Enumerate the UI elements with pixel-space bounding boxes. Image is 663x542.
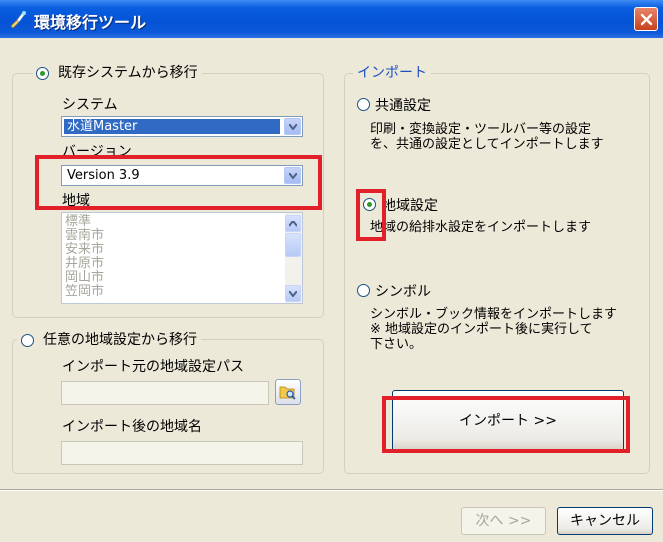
existing-system-label: 既存システムから移行: [58, 65, 198, 81]
cancel-button[interactable]: キャンセル: [557, 507, 653, 535]
symbol-desc-1: シンボル・ブック情報をインポートします: [370, 307, 618, 322]
system-combobox[interactable]: 水道Master: [61, 116, 303, 137]
region-settings-label: 地域設定: [382, 198, 438, 214]
next-button[interactable]: 次へ >>: [461, 507, 546, 535]
region-scrollbar[interactable]: [285, 213, 302, 303]
chevron-down-icon: [289, 291, 297, 297]
highlight-region-radio: [356, 189, 386, 241]
arbitrary-region-legend: 任意の地域設定から移行: [17, 330, 201, 350]
folder-search-icon: [279, 386, 296, 400]
arbitrary-region-label: 任意の地域設定から移行: [43, 332, 197, 348]
region-item[interactable]: 安来市: [65, 243, 104, 257]
region-settings-desc: 地域の給排水設定をインポートします: [370, 220, 592, 235]
chevron-up-icon: [289, 221, 297, 227]
scroll-thumb[interactable]: [285, 233, 301, 257]
title-bar[interactable]: 環境移行ツール: [0, 0, 663, 38]
browse-folder-button[interactable]: [275, 379, 301, 405]
common-settings-desc-1: 印刷・変換設定・ツールバー等の設定: [370, 122, 592, 137]
existing-system-legend: 既存システムから移行: [33, 63, 202, 83]
close-button[interactable]: [634, 7, 658, 31]
import-source-path-input[interactable]: [61, 381, 269, 405]
region-item[interactable]: 笠岡市: [65, 285, 104, 299]
existing-system-radio[interactable]: [36, 67, 49, 80]
symbol-radio[interactable]: [357, 284, 370, 297]
import-dest-region-label: インポート後の地域名: [62, 419, 202, 435]
import-source-path-label: インポート元の地域設定パス: [62, 359, 244, 375]
common-settings-label: 共通設定: [375, 98, 431, 114]
symbol-desc-2: ※ 地域設定のインポート後に実行して: [370, 322, 593, 337]
region-listbox[interactable]: 標準 雲南市 安来市 井原市 岡山市 笠岡市: [61, 212, 303, 304]
highlight-import-button: [382, 396, 630, 453]
common-settings-desc-2: を、共通の設定としてインポートします: [370, 137, 604, 152]
app-icon: [8, 9, 28, 29]
symbol-desc-3: 下さい。: [370, 337, 423, 352]
close-icon: [640, 13, 653, 26]
app-window: 環境移行ツール 既存システムから移行 システム 水道Master バージョン V…: [0, 0, 663, 542]
region-item[interactable]: 雲南市: [65, 229, 104, 243]
symbol-label: シンボル: [375, 284, 431, 300]
chevron-down-icon: [289, 124, 297, 130]
scroll-down-button[interactable]: [285, 285, 301, 302]
common-settings-radio[interactable]: [357, 98, 370, 111]
region-item[interactable]: 井原市: [65, 257, 104, 271]
region-item[interactable]: 岡山市: [65, 271, 104, 285]
import-dest-region-input[interactable]: [61, 441, 303, 465]
window-title: 環境移行ツール: [34, 13, 147, 32]
system-value: 水道Master: [67, 119, 138, 134]
import-group-legend: インポート: [353, 63, 431, 83]
system-dropdown-button[interactable]: [284, 118, 301, 135]
region-item[interactable]: 標準: [65, 215, 91, 229]
arbitrary-region-radio[interactable]: [21, 334, 34, 347]
scroll-up-button[interactable]: [285, 215, 301, 232]
system-label: システム: [62, 97, 118, 113]
highlight-version-box: [35, 155, 322, 210]
